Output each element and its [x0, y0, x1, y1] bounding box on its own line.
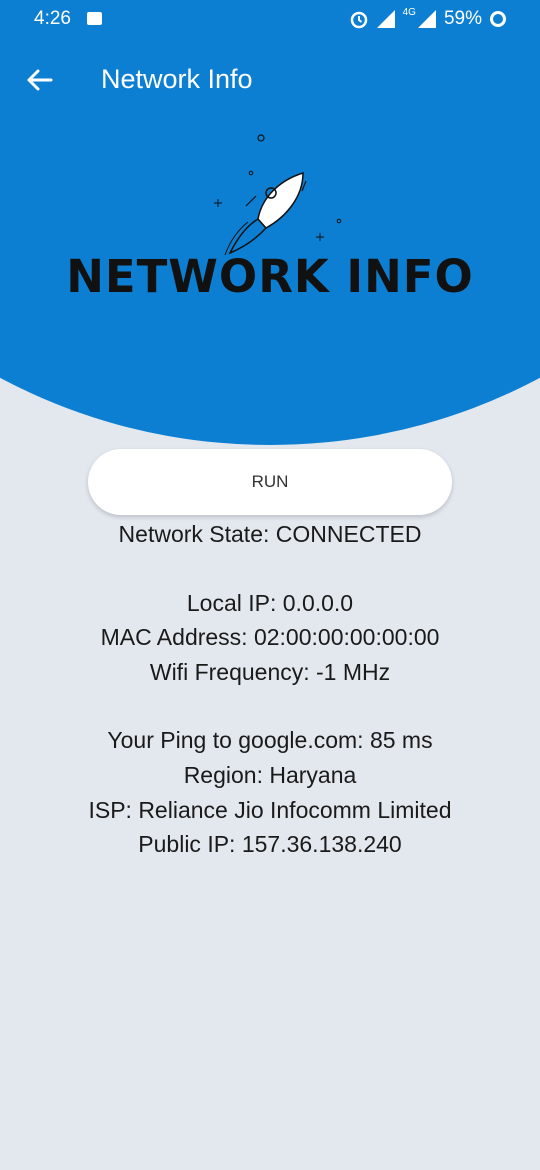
wifi-signal-icon [376, 10, 395, 28]
back-arrow-icon[interactable] [25, 68, 53, 92]
signal-icon [417, 10, 436, 28]
network-type-label: 4G [402, 7, 416, 18]
mac-address-text: MAC Address: 02:00:00:00:00:00 [100, 624, 440, 651]
status-bar: 4:26 4G 59% [0, 0, 540, 40]
run-button[interactable]: RUN [88, 449, 452, 515]
isp-text: ISP: Reliance Jio Infocomm Limited [88, 796, 452, 823]
wifi-frequency-text: Wifi Frequency: -1 MHz [149, 658, 391, 685]
region-text: Region: Haryana [183, 761, 357, 788]
network-info-panel: Network State: CONNECTED Local IP: 0.0.0… [0, 517, 540, 862]
ping-text: Your Ping to google.com: 85 ms [107, 727, 433, 754]
public-ip-text: Public IP: 157.36.138.240 [138, 831, 402, 858]
status-icons: 4G 59% [349, 8, 506, 30]
gallery-icon [87, 12, 102, 25]
hero-logo-text: NETWORK INFO [66, 250, 474, 303]
local-ip-text: Local IP: 0.0.0.0 [186, 589, 354, 616]
page-title: Network Info [101, 64, 253, 94]
app-bar: Network Info [0, 40, 540, 120]
alarm-icon [350, 11, 367, 29]
status-time: 4:26 [34, 8, 71, 29]
hero-banner: NETWORK INFO [0, 120, 540, 450]
battery-icon [490, 11, 506, 27]
battery-percent: 59% [443, 8, 482, 29]
network-state-text: Network State: CONNECTED [118, 521, 422, 547]
